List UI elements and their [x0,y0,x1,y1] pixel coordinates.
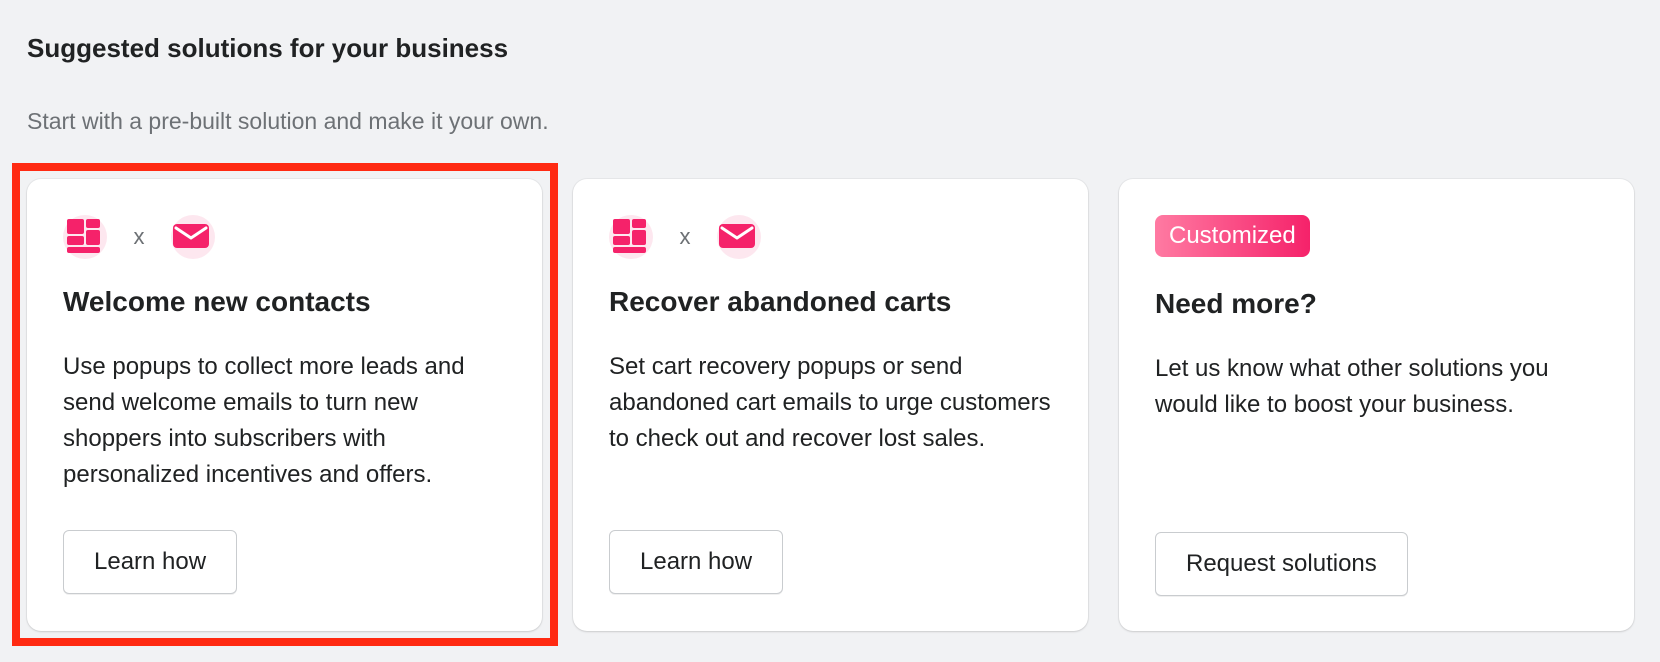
popup-icon [63,215,107,259]
card-title: Need more? [1155,288,1317,319]
solution-card-need-more[interactable]: Customized Need more? Let us know what o… [1119,179,1634,631]
card-description: Use popups to collect more leads and sen… [63,353,465,488]
customized-badge: Customized [1155,215,1310,257]
email-icon [717,215,761,259]
learn-how-button[interactable]: Learn how [63,530,238,594]
email-icon [171,215,215,259]
section-title: Suggested solutions for your business [27,33,509,63]
separator-x: x [679,224,691,249]
solution-card-welcome[interactable]: x Welcome new contacts Use popups to col… [27,179,542,631]
card-title: Welcome new contacts [63,286,371,317]
request-solutions-button[interactable]: Request solutions [1155,532,1408,596]
card-description: Let us know what other solutions you wou… [1155,355,1549,418]
card-title: Recover abandoned carts [609,286,952,317]
card-description: Set cart recovery popups or send abandon… [609,353,1051,452]
card-icon-row: x [609,215,761,259]
section-subtitle: Start with a pre-built solution and make… [27,108,549,134]
card-icon-row: x [63,215,215,259]
separator-x: x [133,224,145,249]
popup-icon [609,215,653,259]
learn-how-button[interactable]: Learn how [609,530,784,594]
solution-card-abandoned-carts[interactable]: x Recover abandoned carts Set cart recov… [573,179,1088,631]
